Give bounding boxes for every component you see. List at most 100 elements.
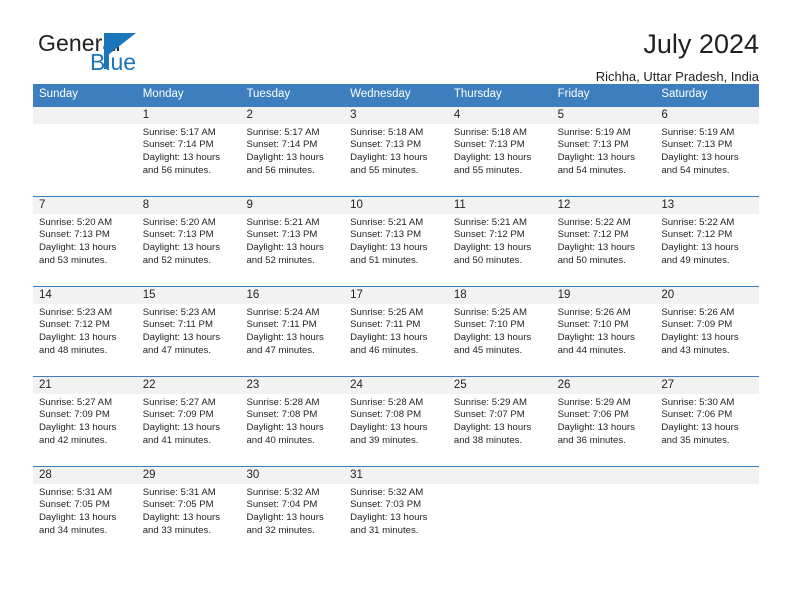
sunset-text: Sunset: 7:14 PM — [142, 139, 214, 151]
day-cell[interactable]: 20 Sunrise: 5:26 AM Sunset: 7:09 PM Dayligh… — [655, 286, 760, 376]
sunset-text: Sunset: 7:13 PM — [39, 229, 110, 241]
day-cell-empty — [447, 466, 552, 556]
day-cell[interactable]: 9 Sunrise: 5:21 AM Sunset: 7:13 PM Daylight… — [240, 196, 345, 286]
day-number: 4 — [447, 106, 552, 124]
daylight-text-line2: and 50 minutes. — [557, 254, 626, 266]
day-cell[interactable]: 5 Sunrise: 5:19 AM Sunset: 7:13 PM Daylight… — [551, 106, 656, 196]
daylight-text-line1: Daylight: 13 hours — [246, 331, 324, 343]
page-title: July 2024 — [643, 29, 759, 59]
day-cell[interactable]: 1 Sunrise: 5:17 AM Sunset: 7:14 PM Daylight… — [136, 106, 241, 196]
day-details: Sunrise: 5:26 AM Sunset: 7:09 PM Daylight:… — [655, 304, 759, 357]
sunrise-text: Sunrise: 5:21 AM — [350, 216, 424, 228]
day-cell[interactable]: 7 Sunrise: 5:20 AM Sunset: 7:13 PM Daylight… — [33, 196, 137, 286]
sunrise-text: Sunrise: 5:20 AM — [142, 216, 216, 228]
day-cell[interactable]: 25 Sunrise: 5:29 AM Sunset: 7:07 PM Dayligh… — [447, 376, 552, 466]
day-details: Sunrise: 5:31 AM Sunset: 7:05 PM Daylight:… — [137, 484, 241, 537]
day-cell[interactable]: 2 Sunrise: 5:17 AM Sunset: 7:14 PM Daylight… — [240, 106, 345, 196]
weekday-header-friday: Friday — [557, 88, 590, 100]
day-cell-empty — [551, 466, 656, 556]
daylight-text-line1: Daylight: 13 hours — [453, 241, 532, 253]
day-cell[interactable]: 3 Sunrise: 5:18 AM Sunset: 7:13 PM Daylight… — [344, 106, 448, 196]
day-cell[interactable]: 15 Sunrise: 5:23 AM Sunset: 7:11 PM Dayligh… — [136, 286, 241, 376]
day-cell[interactable]: 17 Sunrise: 5:25 AM Sunset: 7:11 PM Dayligh… — [344, 286, 448, 376]
sunset-text: Sunset: 7:11 PM — [350, 319, 421, 331]
daylight-text-line2: and 52 minutes. — [142, 254, 211, 266]
sunrise-text: Sunrise: 5:18 AM — [350, 126, 424, 138]
day-cell[interactable]: 24 Sunrise: 5:28 AM Sunset: 7:08 PM Dayligh… — [344, 376, 448, 466]
sunrise-text: Sunrise: 5:29 AM — [453, 396, 527, 408]
daylight-text-line2: and 53 minutes. — [39, 254, 108, 266]
sunset-text: Sunset: 7:13 PM — [661, 139, 733, 151]
day-cell[interactable]: 12 Sunrise: 5:22 AM Sunset: 7:12 PM Dayligh… — [551, 196, 656, 286]
day-cell[interactable]: 6 Sunrise: 5:19 AM Sunset: 7:13 PM Daylight… — [655, 106, 760, 196]
calendar-week-row: 14 Sunrise: 5:23 AM Sunset: 7:12 PM Dayligh… — [33, 285, 760, 376]
weekday-header-saturday: Saturday — [661, 88, 708, 100]
day-number: 7 — [33, 196, 137, 214]
daylight-text-line2: and 50 minutes. — [453, 254, 523, 266]
calendar-weeks: 1 Sunrise: 5:17 AM Sunset: 7:14 PM Daylight… — [33, 106, 760, 556]
daylight-text-line1: Daylight: 13 hours — [661, 331, 739, 343]
day-cell[interactable]: 10 Sunrise: 5:21 AM Sunset: 7:13 PM Dayligh… — [344, 196, 448, 286]
day-details: Sunrise: 5:27 AM Sunset: 7:09 PM Daylight:… — [33, 394, 137, 447]
sunrise-text: Sunrise: 5:18 AM — [453, 126, 527, 138]
sunset-text: Sunset: 7:14 PM — [246, 139, 318, 151]
day-cell[interactable]: 16 Sunrise: 5:24 AM Sunset: 7:11 PM Dayligh… — [240, 286, 345, 376]
sunset-text: Sunset: 7:09 PM — [142, 409, 214, 421]
day-number: 18 — [447, 286, 552, 304]
general-blue-logo[interactable]: General Blue — [33, 30, 193, 82]
sunrise-text: Sunrise: 5:17 AM — [142, 126, 216, 138]
day-details: Sunrise: 5:17 AM Sunset: 7:14 PM Daylight:… — [137, 124, 241, 177]
day-number: 19 — [551, 286, 656, 304]
day-number: 29 — [136, 466, 241, 484]
daylight-text-line1: Daylight: 13 hours — [557, 421, 635, 433]
sunset-text: Sunset: 7:11 PM — [246, 319, 317, 331]
day-cell[interactable]: 13 Sunrise: 5:22 AM Sunset: 7:12 PM Dayligh… — [655, 196, 760, 286]
day-details: Sunrise: 5:21 AM Sunset: 7:12 PM Daylight:… — [448, 214, 552, 267]
sunset-text: Sunset: 7:06 PM — [557, 409, 629, 421]
day-cell[interactable]: 4 Sunrise: 5:18 AM Sunset: 7:13 PM Daylight… — [447, 106, 552, 196]
daylight-text-line1: Daylight: 13 hours — [350, 511, 428, 523]
day-cell[interactable]: 8 Sunrise: 5:20 AM Sunset: 7:13 PM Daylight… — [136, 196, 241, 286]
day-number: 26 — [551, 376, 656, 394]
day-cell[interactable]: 31 Sunrise: 5:32 AM Sunset: 7:03 PM Dayligh… — [344, 466, 448, 556]
day-cell[interactable]: 30 Sunrise: 5:32 AM Sunset: 7:04 PM Dayligh… — [240, 466, 345, 556]
day-number: 10 — [344, 196, 448, 214]
day-cell[interactable]: 21 Sunrise: 5:27 AM Sunset: 7:09 PM Dayligh… — [33, 376, 137, 466]
sunset-text: Sunset: 7:13 PM — [142, 229, 214, 241]
logo-text-blue: Blue — [90, 49, 137, 75]
sunrise-text: Sunrise: 5:32 AM — [350, 486, 424, 498]
daylight-text-line2: and 40 minutes. — [246, 434, 315, 446]
day-details: Sunrise: 5:22 AM Sunset: 7:12 PM Daylight:… — [655, 214, 759, 267]
calendar-week-row: 28 Sunrise: 5:31 AM Sunset: 7:05 PM Dayligh… — [33, 465, 760, 556]
day-cell[interactable]: 14 Sunrise: 5:23 AM Sunset: 7:12 PM Dayligh… — [33, 286, 137, 376]
day-cell[interactable]: 22 Sunrise: 5:27 AM Sunset: 7:09 PM Dayligh… — [136, 376, 241, 466]
day-cell[interactable]: 27 Sunrise: 5:30 AM Sunset: 7:06 PM Dayligh… — [655, 376, 760, 466]
day-details: Sunrise: 5:21 AM Sunset: 7:13 PM Daylight:… — [344, 214, 448, 267]
day-cell[interactable]: 28 Sunrise: 5:31 AM Sunset: 7:05 PM Dayligh… — [33, 466, 137, 556]
daylight-text-line2: and 35 minutes. — [661, 434, 730, 446]
day-number — [655, 466, 760, 484]
day-cell[interactable]: 19 Sunrise: 5:26 AM Sunset: 7:10 PM Dayligh… — [551, 286, 656, 376]
daylight-text-line2: and 36 minutes. — [557, 434, 626, 446]
sunset-text: Sunset: 7:12 PM — [39, 319, 110, 331]
sunset-text: Sunset: 7:12 PM — [453, 229, 525, 241]
day-details: Sunrise: 5:24 AM Sunset: 7:11 PM Daylight:… — [240, 304, 344, 357]
daylight-text-line1: Daylight: 13 hours — [39, 511, 117, 523]
day-cell[interactable]: 11 Sunrise: 5:21 AM Sunset: 7:12 PM Dayligh… — [447, 196, 552, 286]
daylight-text-line2: and 55 minutes. — [350, 164, 419, 176]
day-cell[interactable]: 29 Sunrise: 5:31 AM Sunset: 7:05 PM Dayligh… — [136, 466, 241, 556]
day-cell[interactable]: 18 Sunrise: 5:25 AM Sunset: 7:10 PM Dayligh… — [447, 286, 552, 376]
sunrise-text: Sunrise: 5:32 AM — [246, 486, 320, 498]
sunrise-text: Sunrise: 5:31 AM — [39, 486, 113, 498]
day-number: 14 — [33, 286, 137, 304]
daylight-text-line2: and 54 minutes. — [661, 164, 730, 176]
day-cell[interactable]: 23 Sunrise: 5:28 AM Sunset: 7:08 PM Dayligh… — [240, 376, 345, 466]
sunrise-text: Sunrise: 5:25 AM — [350, 306, 424, 318]
day-number: 23 — [240, 376, 345, 394]
calendar-week-row: 1 Sunrise: 5:17 AM Sunset: 7:14 PM Daylight… — [33, 106, 760, 196]
sunset-text: Sunset: 7:05 PM — [39, 499, 110, 511]
sunrise-text: Sunrise: 5:26 AM — [661, 306, 735, 318]
day-cell[interactable]: 26 Sunrise: 5:29 AM Sunset: 7:06 PM Dayligh… — [551, 376, 656, 466]
daylight-text-line2: and 44 minutes. — [557, 344, 626, 356]
day-number: 6 — [655, 106, 760, 124]
